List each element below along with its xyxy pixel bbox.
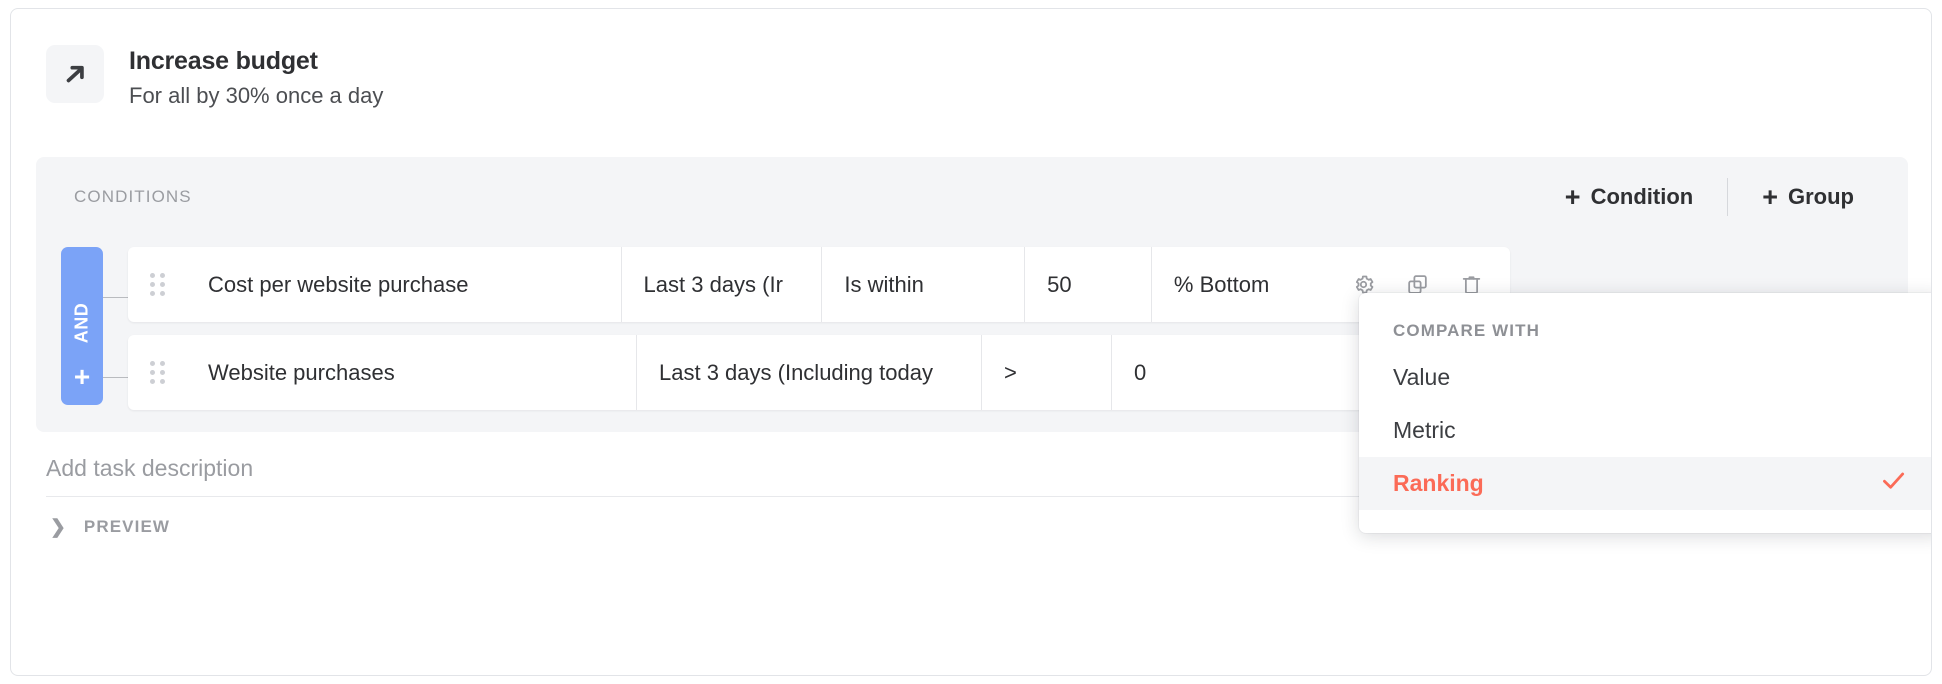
- dropdown-item-metric[interactable]: Metric: [1359, 404, 1931, 457]
- drag-handle-icon[interactable]: [128, 335, 186, 410]
- logic-operator-and-badge[interactable]: AND +: [61, 247, 103, 405]
- drag-dots: [149, 273, 165, 296]
- add-group-label: Group: [1788, 184, 1854, 209]
- plus-icon: +: [1762, 181, 1778, 212]
- task-title: Increase budget: [129, 47, 318, 75]
- condition-value-field[interactable]: 50: [1024, 247, 1151, 322]
- drag-dots: [149, 361, 165, 384]
- dropdown-item-label: Value: [1393, 364, 1451, 390]
- conditions-section-label: CONDITIONS: [74, 187, 192, 206]
- add-condition-to-group-button[interactable]: +: [74, 363, 90, 391]
- task-text-block: Increase budget For all by 30% once a da…: [129, 45, 383, 109]
- add-condition-label: Condition: [1590, 184, 1694, 209]
- dropdown-section-header: COMPARE WITH: [1393, 321, 1540, 340]
- conditions-toolbar: CONDITIONS + Condition + Group: [36, 157, 1908, 237]
- logic-operator-label: AND: [71, 302, 92, 344]
- dropdown-item-label: Ranking: [1393, 470, 1484, 496]
- plus-icon: +: [1564, 181, 1581, 212]
- dropdown-item-label: Metric: [1393, 417, 1456, 443]
- dropdown-item-value[interactable]: Value: [1359, 351, 1931, 404]
- condition-metric-field[interactable]: Website purchases: [186, 335, 636, 410]
- condition-row: Website purchases Last 3 days (Including…: [128, 335, 1510, 410]
- checkmark-icon: [1879, 466, 1908, 501]
- condition-ranking-field[interactable]: % Bottom: [1150, 247, 1332, 322]
- condition-row: Cost per website purchase Last 3 days (I…: [128, 247, 1510, 322]
- conditions-actions: + Condition + Group: [1553, 178, 1866, 216]
- add-condition-button[interactable]: + Condition: [1553, 180, 1705, 215]
- add-group-button[interactable]: + Group: [1750, 180, 1866, 215]
- toolbar-divider: [1727, 178, 1729, 216]
- chevron-right-icon: ❯: [50, 516, 66, 538]
- task-editor-card: Increase budget For all by 30% once a da…: [10, 8, 1932, 676]
- dropdown-item-ranking[interactable]: Ranking: [1359, 457, 1931, 510]
- condition-operator-field[interactable]: >: [981, 335, 1111, 410]
- condition-operator-field[interactable]: Is within: [821, 247, 1024, 322]
- preview-toggle[interactable]: ❯ PREVIEW: [46, 507, 174, 547]
- condition-date-range-field[interactable]: Last 3 days (Ir: [620, 247, 822, 322]
- task-subtitle: For all by 30% once a day: [129, 82, 384, 108]
- compare-with-dropdown-menu: COMPARE WITH Value Metric Ranking: [1359, 293, 1931, 533]
- preview-label: PREVIEW: [83, 517, 171, 536]
- condition-metric-field[interactable]: Cost per website purchase: [186, 247, 621, 322]
- task-header: Increase budget For all by 30% once a da…: [11, 9, 1931, 141]
- task-description-placeholder: Add task description: [46, 455, 254, 481]
- condition-date-range-field[interactable]: Last 3 days (Including today: [636, 335, 981, 410]
- trending-up-arrow-icon: [46, 45, 104, 103]
- drag-handle-icon[interactable]: [128, 247, 186, 322]
